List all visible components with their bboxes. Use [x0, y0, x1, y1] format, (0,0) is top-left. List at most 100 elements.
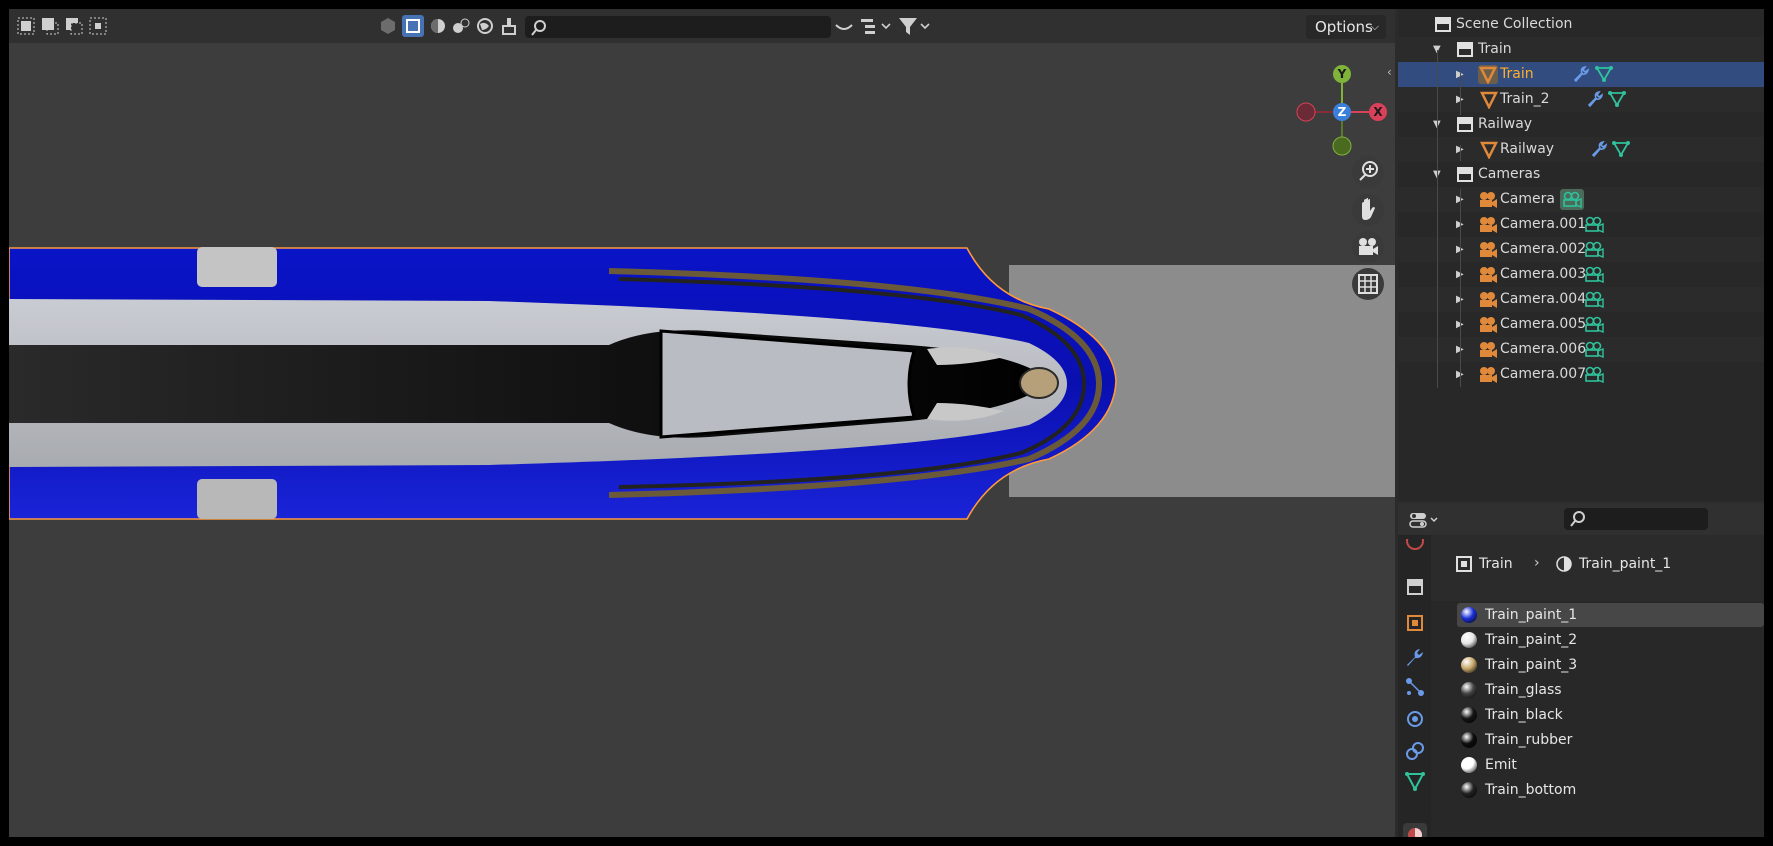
outliner-label: Camera.001 [1500, 216, 1587, 232]
camera-data-icon[interactable] [1582, 364, 1606, 385]
select-new-icon[interactable] [15, 15, 37, 37]
material-icon[interactable] [1403, 823, 1427, 837]
material-slot[interactable]: Emit [1457, 753, 1764, 777]
material-preview-icon [1461, 782, 1477, 798]
object-icon [1455, 555, 1473, 577]
outliner-row-camera[interactable]: ▶Camera.003 [1398, 262, 1764, 287]
select-subtract-icon[interactable] [63, 15, 85, 37]
outliner-row-camera[interactable]: ▶Camera.005 [1398, 312, 1764, 337]
search-icon [1569, 510, 1587, 532]
outliner-label: Camera.003 [1500, 266, 1587, 282]
outliner-row-train-object[interactable]: ▶ Train [1398, 62, 1764, 87]
material-preview-icon [1461, 757, 1477, 773]
camera-data-icon[interactable] [1582, 339, 1606, 360]
options-dropdown[interactable]: Options ⌵ [1306, 15, 1386, 39]
outliner-row-camera[interactable]: ▶Camera.001 [1398, 212, 1764, 237]
outliner-label: Cameras [1478, 166, 1541, 182]
pan-hand-icon[interactable] [1352, 194, 1384, 226]
material-slot[interactable]: Train_black [1457, 703, 1764, 727]
outliner: Scene Collection ▼ Train ▶ Train ▶ Train… [1398, 9, 1764, 501]
zoom-icon[interactable] [1352, 156, 1384, 188]
camera-data-icon[interactable] [1582, 214, 1606, 235]
outliner-label: Camera.002 [1500, 241, 1587, 257]
gizmo-neg-x[interactable] [1296, 102, 1316, 122]
filter-icon[interactable] [897, 15, 933, 37]
particles-icon[interactable] [1403, 675, 1427, 699]
options-label: Options [1315, 18, 1373, 36]
camera-data-icon[interactable] [1560, 189, 1584, 210]
material-slot-label: Train_paint_3 [1485, 657, 1578, 673]
outliner-row-camera[interactable]: ▶Camera.004 [1398, 287, 1764, 312]
material-slot-label: Train_glass [1485, 682, 1562, 698]
outliner-row-camera[interactable]: ▶Camera.006 [1398, 337, 1764, 362]
modifier-wrench-icon[interactable] [1403, 645, 1427, 669]
camera-data-icon[interactable] [1582, 239, 1606, 260]
material-shading-icon[interactable] [427, 15, 449, 37]
outliner-label: Camera.007 [1500, 366, 1587, 382]
gizmo-neg-y[interactable] [1332, 136, 1352, 156]
wireframe-shading-icon[interactable] [377, 15, 399, 37]
outliner-row-scene-collection[interactable]: Scene Collection [1398, 12, 1764, 37]
material-slot[interactable]: Train_rubber [1457, 728, 1764, 752]
search-icon [530, 19, 548, 41]
gizmo-x-label: X [1373, 105, 1383, 119]
outliner-row-train2-object[interactable]: ▶ Train_2 [1398, 87, 1764, 112]
3d-viewport[interactable]: Options ⌵ ‹ Y X Z [9, 9, 1395, 837]
physics-icon[interactable] [1403, 707, 1427, 731]
outliner-label: Camera.004 [1500, 291, 1587, 307]
select-extend-icon[interactable] [39, 15, 61, 37]
outliner-label: Camera [1500, 191, 1555, 207]
material-preview-icon [1461, 732, 1477, 748]
outliner-row-camera[interactable]: ▶Camera.002 [1398, 237, 1764, 262]
cleanup-icon[interactable] [498, 15, 520, 37]
material-slot[interactable]: Train_glass [1457, 678, 1764, 702]
solid-shading-icon[interactable] [402, 15, 424, 37]
tree-line [1460, 145, 1461, 161]
editor-type-dropdown[interactable] [1408, 509, 1442, 531]
tree-line [1460, 189, 1461, 387]
outliner-label: Railway [1478, 116, 1533, 132]
data-mesh-icon[interactable] [1403, 769, 1427, 793]
material-slot[interactable]: Train_paint_2 [1457, 628, 1764, 652]
outliner-row-train-collection[interactable]: ▼ Train [1398, 37, 1764, 62]
select-intersect-icon[interactable] [87, 15, 109, 37]
material-slot-label: Train_black [1485, 707, 1563, 723]
properties-header [1398, 503, 1764, 535]
material-slot-label: Train_bottom [1485, 782, 1577, 798]
outliner-label: Camera.005 [1500, 316, 1587, 332]
overlay-icon[interactable] [833, 15, 855, 37]
outliner-row-cameras-collection[interactable]: ▼ Cameras [1398, 162, 1764, 187]
outliner-row-railway-object[interactable]: ▶ Railway [1398, 137, 1764, 162]
material-slot[interactable]: Train_paint_1 [1457, 603, 1764, 627]
hierarchy-icon[interactable] [858, 15, 894, 37]
material-slot-label: Emit [1485, 757, 1517, 773]
material-slot[interactable]: Train_paint_3 [1457, 653, 1764, 677]
outliner-row-railway-collection[interactable]: ▼ Railway [1398, 112, 1764, 137]
material-properties: Train › Train_paint_1 Train_paint_1 Train… [1431, 535, 1764, 837]
material-preview-icon [1461, 707, 1477, 723]
breadcrumb-object: Train [1479, 556, 1513, 572]
outliner-row-camera[interactable]: ▶Camera.007 [1398, 362, 1764, 387]
camera-data-icon[interactable] [1582, 289, 1606, 310]
world-icon[interactable] [474, 15, 496, 37]
camera-data-icon[interactable] [1582, 314, 1606, 335]
scene-icon[interactable] [1403, 539, 1427, 553]
rendered-shading-icon[interactable] [450, 15, 472, 37]
collection-icon[interactable] [1403, 575, 1427, 599]
camera-data-icon[interactable] [1582, 264, 1606, 285]
outliner-row-camera[interactable]: ▶Camera [1398, 187, 1764, 212]
camera-view-icon[interactable] [1352, 231, 1384, 263]
chevron-right-icon: › [1534, 555, 1540, 571]
breadcrumb-material: Train_paint_1 [1579, 556, 1672, 572]
object-icon[interactable] [1403, 611, 1427, 635]
grid-ortho-icon[interactable] [1352, 268, 1384, 300]
train-render[interactable] [9, 9, 1395, 837]
material-slot-list: Train_paint_1 Train_paint_2 Train_paint_3 T… [1431, 601, 1764, 837]
material-slot[interactable]: Train_bottom [1457, 778, 1764, 802]
outliner-label: Train_2 [1500, 91, 1550, 107]
search-input[interactable] [525, 16, 831, 38]
material-slot-label: Train_paint_1 [1485, 607, 1578, 623]
navigation-gizmo[interactable]: Y X Z [1289, 54, 1395, 164]
constraints-icon[interactable] [1403, 739, 1427, 763]
properties-search-input[interactable] [1564, 508, 1708, 530]
